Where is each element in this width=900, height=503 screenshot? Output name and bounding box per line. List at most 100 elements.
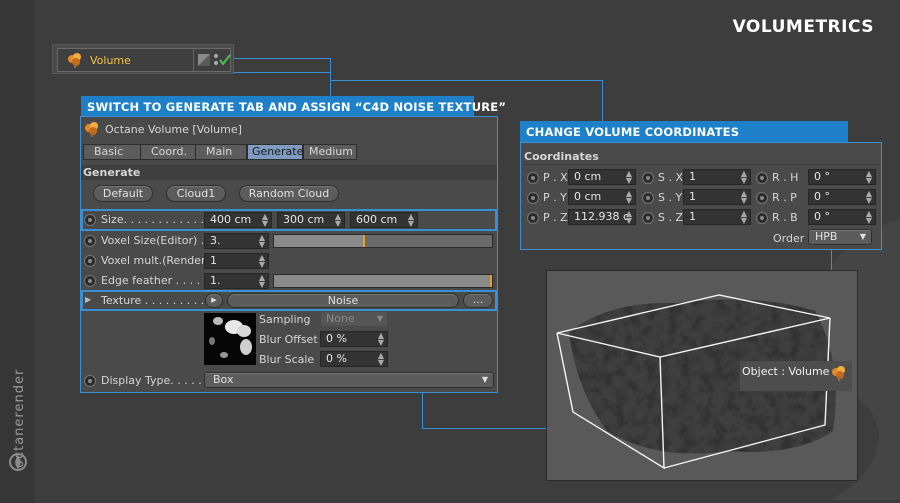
rp-label: R . P bbox=[772, 191, 797, 204]
field-value: 0 % bbox=[326, 332, 347, 345]
sz-radio[interactable] bbox=[642, 212, 654, 224]
volume-icon bbox=[85, 122, 98, 137]
brand-wordmark: octanerender bbox=[12, 368, 27, 468]
stepper-icon[interactable]: ▲ ▼ bbox=[378, 352, 384, 366]
field-value: None bbox=[326, 312, 355, 325]
tab-label: Generate bbox=[252, 145, 304, 158]
connector-line bbox=[422, 428, 547, 429]
field-value: 1 bbox=[210, 254, 217, 267]
object-manager-entry[interactable]: Volume bbox=[52, 44, 234, 74]
rh-radio[interactable] bbox=[756, 172, 768, 184]
divider bbox=[193, 49, 194, 71]
random-cloud-button[interactable]: Random Cloud bbox=[239, 185, 339, 202]
page-title: VOLUMETRICS bbox=[732, 17, 874, 37]
octane-logo-icon bbox=[9, 453, 27, 471]
tab-coord[interactable]: Coord. bbox=[140, 144, 196, 160]
cloud1-button[interactable]: Cloud1 bbox=[166, 185, 226, 202]
stepper-icon[interactable]: ▲ ▼ bbox=[259, 274, 265, 288]
stepper-icon[interactable]: ▲ ▼ bbox=[866, 210, 872, 224]
object-name: Volume bbox=[90, 54, 131, 67]
object-label-text: Object : Volume bbox=[742, 365, 830, 378]
blur-scale-label: Blur Scale bbox=[259, 353, 315, 366]
stepper-icon[interactable]: ▲ ▼ bbox=[741, 190, 747, 204]
sz-label: S . Z bbox=[658, 211, 684, 224]
order-select[interactable]: HPB ▼ bbox=[808, 229, 872, 245]
field-value: 1 bbox=[689, 170, 696, 183]
voxel-size-radio[interactable] bbox=[84, 235, 96, 247]
sampling-select[interactable]: None ▼ bbox=[320, 311, 388, 327]
stepper-icon[interactable]: ▲ ▼ bbox=[626, 190, 632, 204]
stepper-icon[interactable]: ▲ ▼ bbox=[626, 170, 632, 184]
tab-generate[interactable]: Generate bbox=[247, 144, 303, 160]
sz-input[interactable]: 1 ▲ ▼ bbox=[683, 209, 751, 225]
stepper-icon[interactable]: ▲ ▼ bbox=[741, 210, 747, 224]
coords-banner: CHANGE VOLUME COORDINATES bbox=[520, 121, 848, 142]
stepper-icon[interactable]: ▲ ▼ bbox=[259, 234, 265, 248]
rb-radio[interactable] bbox=[756, 212, 768, 224]
sx-radio[interactable] bbox=[642, 172, 654, 184]
object-row[interactable]: Volume bbox=[57, 48, 231, 72]
attributes-banner: SWITCH TO GENERATE TAB AND ASSIGN “C4D N… bbox=[81, 96, 506, 116]
field-value: 0 ° bbox=[814, 190, 830, 203]
field-value: 3. bbox=[210, 234, 221, 247]
object-label: Object : Volume bbox=[740, 361, 852, 391]
enabled-check-icon[interactable] bbox=[213, 53, 231, 67]
display-type-label: Display Type. . . . . . bbox=[101, 374, 209, 387]
blur-scale-input[interactable]: 0 % ▲ ▼ bbox=[320, 351, 388, 367]
viewport[interactable]: Object : Volume bbox=[546, 270, 858, 481]
stepper-icon[interactable]: ▲ ▼ bbox=[259, 254, 265, 268]
edge-feather-label: Edge feather . . . . . bbox=[101, 274, 208, 287]
stepper-icon[interactable]: ▲ ▼ bbox=[626, 210, 632, 224]
pz-label: P . Z bbox=[543, 211, 568, 224]
tab-main[interactable]: Main bbox=[195, 144, 247, 160]
rp-radio[interactable] bbox=[756, 192, 768, 204]
px-radio[interactable] bbox=[527, 172, 539, 184]
field-value: 1. bbox=[210, 274, 221, 287]
noise-preview-thumbnail bbox=[204, 313, 256, 365]
tag-icon[interactable] bbox=[198, 54, 210, 66]
button-label: Default bbox=[102, 187, 144, 200]
blur-offset-input[interactable]: 0 % ▲ ▼ bbox=[320, 331, 388, 347]
stepper-icon[interactable]: ▲ ▼ bbox=[866, 190, 872, 204]
tab-label: Coord. bbox=[151, 145, 187, 158]
connector-line bbox=[330, 80, 602, 81]
tab-bar: Basic Coord. Main Generate Medium bbox=[83, 144, 363, 160]
display-type-select[interactable]: Box ▼ bbox=[204, 372, 494, 388]
field-value: 1 bbox=[689, 190, 696, 203]
chevron-down-icon: ▼ bbox=[376, 314, 383, 323]
voxel-mult-radio[interactable] bbox=[84, 255, 96, 267]
chevron-down-icon: ▼ bbox=[859, 232, 866, 241]
order-value: HPB bbox=[815, 230, 838, 243]
py-label: P . Y bbox=[543, 191, 567, 204]
panel-header: Octane Volume [Volume] bbox=[105, 123, 242, 136]
stepper-icon[interactable]: ▲ ▼ bbox=[741, 170, 747, 184]
pz-input[interactable]: 112.938 c ▲ ▼ bbox=[568, 209, 636, 225]
stepper-icon[interactable]: ▲ ▼ bbox=[378, 332, 384, 346]
stepper-icon[interactable]: ▲ ▼ bbox=[866, 170, 872, 184]
edge-feather-slider[interactable] bbox=[273, 274, 493, 288]
py-input[interactable]: 0 cm ▲ ▼ bbox=[568, 189, 636, 205]
rh-label: R . H bbox=[772, 171, 799, 184]
py-radio[interactable] bbox=[527, 192, 539, 204]
sy-radio[interactable] bbox=[642, 192, 654, 204]
rp-input[interactable]: 0 ° ▲ ▼ bbox=[808, 189, 876, 205]
sy-input[interactable]: 1 ▲ ▼ bbox=[683, 189, 751, 205]
voxel-mult-input[interactable]: 1 ▲ ▼ bbox=[204, 253, 269, 269]
tab-medium[interactable]: Medium bbox=[303, 144, 357, 160]
rb-input[interactable]: 0 ° ▲ ▼ bbox=[808, 209, 876, 225]
edge-feather-input[interactable]: 1. ▲ ▼ bbox=[204, 273, 269, 289]
sx-input[interactable]: 1 ▲ ▼ bbox=[683, 169, 751, 185]
size-highlight bbox=[81, 209, 497, 231]
pz-radio[interactable] bbox=[527, 212, 539, 224]
voxel-size-input[interactable]: 3. ▲ ▼ bbox=[204, 233, 269, 249]
px-input[interactable]: 0 cm ▲ ▼ bbox=[568, 169, 636, 185]
tab-basic[interactable]: Basic bbox=[83, 144, 141, 160]
voxel-size-slider[interactable] bbox=[273, 234, 493, 248]
default-button[interactable]: Default bbox=[93, 185, 153, 202]
slider-knob[interactable] bbox=[489, 275, 492, 287]
edge-feather-radio[interactable] bbox=[84, 275, 96, 287]
rh-input[interactable]: 0 ° ▲ ▼ bbox=[808, 169, 876, 185]
tab-label: Main bbox=[206, 145, 233, 158]
slider-knob[interactable] bbox=[363, 235, 366, 247]
display-type-radio[interactable] bbox=[84, 375, 96, 387]
